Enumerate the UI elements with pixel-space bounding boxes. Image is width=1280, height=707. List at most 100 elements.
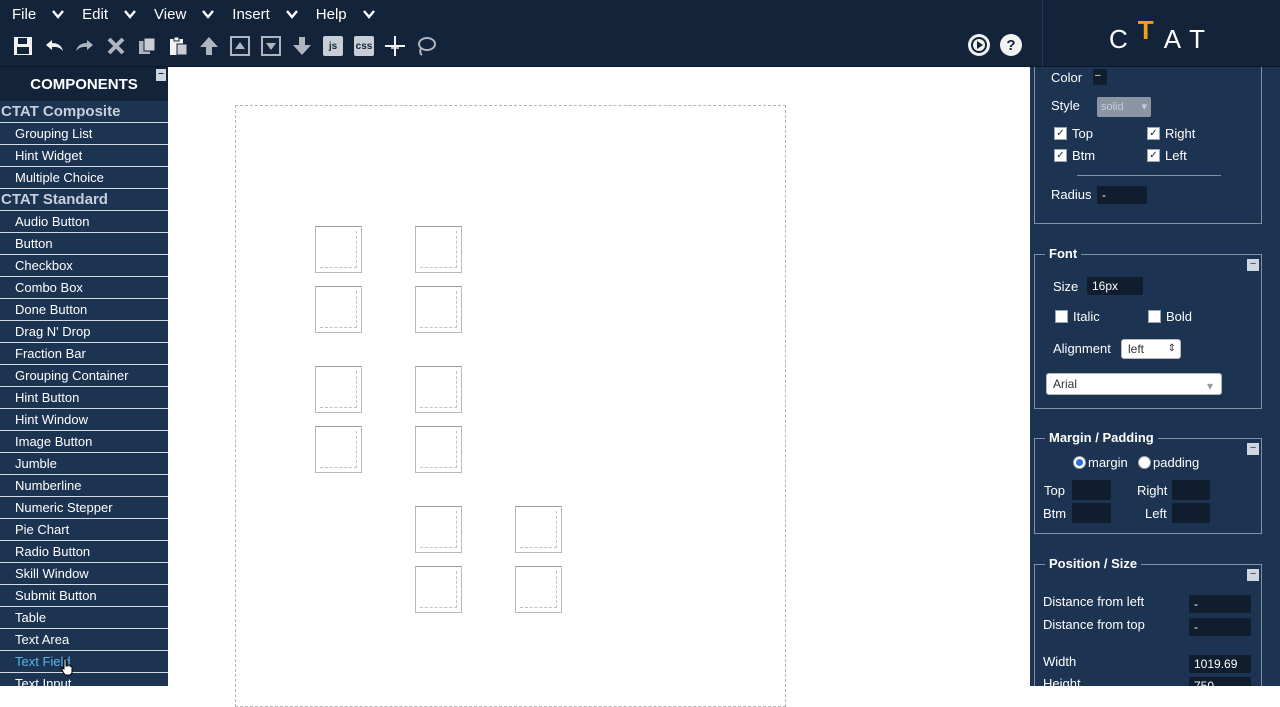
text-field-placeholder[interactable] xyxy=(315,366,362,413)
component-item[interactable]: Audio Button xyxy=(0,211,168,233)
component-item[interactable]: Checkbox xyxy=(0,255,168,277)
text-field-placeholder[interactable] xyxy=(315,426,362,473)
component-item[interactable]: Numberline xyxy=(0,475,168,497)
chevron-down-icon[interactable] xyxy=(124,8,136,20)
component-item[interactable]: Jumble xyxy=(0,453,168,475)
css-icon[interactable]: css xyxy=(351,33,377,59)
margin-btm-label: Btm xyxy=(1043,506,1067,521)
component-item[interactable]: Combo Box xyxy=(0,277,168,299)
menu-insert[interactable]: Insert xyxy=(232,6,298,23)
delete-icon[interactable] xyxy=(103,33,129,59)
redo-icon[interactable] xyxy=(72,33,98,59)
undo-icon[interactable] xyxy=(41,33,67,59)
component-item[interactable]: Hint Widget xyxy=(0,145,168,167)
margin-radio[interactable]: margin xyxy=(1073,455,1128,470)
alignment-select[interactable]: left ⇕ xyxy=(1121,339,1181,359)
text-field-placeholder[interactable] xyxy=(415,226,462,273)
stage[interactable] xyxy=(235,105,786,707)
minimize-button[interactable]: – xyxy=(156,69,166,81)
check-icon: ✓ xyxy=(1147,127,1160,140)
text-field-placeholder[interactable] xyxy=(415,366,462,413)
component-item[interactable]: Image Button xyxy=(0,431,168,453)
position-size-section: Position / Size – Distance from left - D… xyxy=(1034,556,1262,686)
chevron-down-icon: ▾ xyxy=(1206,379,1213,393)
text-field-placeholder[interactable] xyxy=(415,506,462,553)
distance-top-input[interactable]: - xyxy=(1189,618,1251,636)
text-field-placeholder[interactable] xyxy=(515,566,562,613)
component-item[interactable]: Numeric Stepper xyxy=(0,497,168,519)
component-item[interactable]: Grouping List xyxy=(0,123,168,145)
menu-view[interactable]: View xyxy=(154,6,215,23)
chevron-down-icon[interactable] xyxy=(202,8,215,20)
component-item[interactable]: Hint Window xyxy=(0,409,168,431)
bring-forward-icon[interactable] xyxy=(227,33,253,59)
component-item[interactable]: Fraction Bar xyxy=(0,343,168,365)
distance-left-input[interactable]: - xyxy=(1189,595,1251,613)
minimize-button[interactable]: – xyxy=(1247,569,1259,581)
text-field-placeholder[interactable] xyxy=(415,426,462,473)
height-input[interactable]: 750 xyxy=(1189,677,1251,686)
padding-radio[interactable]: padding xyxy=(1138,455,1199,470)
text-field-placeholder[interactable] xyxy=(515,506,562,553)
width-input[interactable]: 1019.69 xyxy=(1189,655,1251,673)
send-backward-icon[interactable] xyxy=(258,33,284,59)
font-size-input[interactable]: 16px xyxy=(1087,277,1143,295)
lasso-icon[interactable] xyxy=(413,33,439,59)
margin-top-label: Top xyxy=(1044,483,1065,498)
component-item[interactable]: Radio Button xyxy=(0,541,168,563)
properties-panel: Color – Style solid ▾ ✓ Top ✓ Right ✓ Btm ✓ L… xyxy=(1030,67,1280,686)
chevron-down-icon[interactable] xyxy=(285,8,298,20)
move-down-icon[interactable] xyxy=(289,33,315,59)
paste-icon[interactable] xyxy=(165,33,191,59)
js-icon[interactable]: js xyxy=(320,33,346,59)
menu-help[interactable]: Help xyxy=(316,6,375,23)
text-field-placeholder[interactable] xyxy=(415,566,462,613)
menu-file[interactable]: File xyxy=(12,6,65,23)
height-label: Height xyxy=(1043,676,1081,686)
editor-canvas[interactable] xyxy=(168,67,1030,707)
chevron-down-icon[interactable] xyxy=(52,8,65,20)
play-icon[interactable] xyxy=(968,34,990,56)
font-family-select[interactable]: Arial ▾ xyxy=(1046,373,1222,395)
component-item[interactable]: Text Field xyxy=(0,651,168,673)
save-icon[interactable] xyxy=(10,33,36,59)
component-item[interactable]: Pie Chart xyxy=(0,519,168,541)
component-item[interactable]: Table xyxy=(0,607,168,629)
move-up-icon[interactable] xyxy=(196,33,222,59)
margin-right-input[interactable] xyxy=(1172,480,1210,500)
italic-checkbox[interactable]: Italic xyxy=(1055,309,1100,324)
margin-top-input[interactable] xyxy=(1072,480,1111,500)
component-item[interactable]: Done Button xyxy=(0,299,168,321)
component-item[interactable]: Skill Window xyxy=(0,563,168,585)
component-item[interactable]: Button xyxy=(0,233,168,255)
margin-btm-input[interactable] xyxy=(1072,503,1111,523)
component-item[interactable]: Text Input xyxy=(0,673,168,686)
margin-left-input[interactable] xyxy=(1172,503,1210,523)
border-btm-checkbox[interactable]: ✓ Btm xyxy=(1054,148,1095,163)
text-field-placeholder[interactable] xyxy=(315,286,362,333)
bold-checkbox[interactable]: Bold xyxy=(1148,309,1192,324)
component-item[interactable]: Text Area xyxy=(0,629,168,651)
border-top-checkbox[interactable]: ✓ Top xyxy=(1054,126,1093,141)
text-field-placeholder[interactable] xyxy=(315,226,362,273)
divider xyxy=(1077,175,1221,176)
component-item[interactable]: Grouping Container xyxy=(0,365,168,387)
border-right-checkbox[interactable]: ✓ Right xyxy=(1147,126,1195,141)
help-icon[interactable]: ? xyxy=(1000,34,1022,56)
text-field-placeholder[interactable] xyxy=(415,286,462,333)
component-item[interactable]: Multiple Choice xyxy=(0,167,168,189)
menu-edit[interactable]: Edit xyxy=(82,6,136,23)
border-left-checkbox[interactable]: ✓ Left xyxy=(1147,148,1187,163)
crosshair-icon[interactable] xyxy=(382,33,408,59)
component-item[interactable]: Hint Button xyxy=(0,387,168,409)
menu-insert-label: Insert xyxy=(232,5,270,23)
radius-input[interactable]: - xyxy=(1097,186,1147,204)
chevron-down-icon[interactable] xyxy=(362,8,375,20)
minimize-button[interactable]: – xyxy=(1247,443,1259,455)
style-select[interactable]: solid ▾ xyxy=(1097,97,1151,117)
color-swatch[interactable]: – xyxy=(1093,69,1107,85)
copy-icon[interactable] xyxy=(134,33,160,59)
component-item[interactable]: Submit Button xyxy=(0,585,168,607)
minimize-button[interactable]: – xyxy=(1247,259,1259,271)
component-item[interactable]: Drag N' Drop xyxy=(0,321,168,343)
